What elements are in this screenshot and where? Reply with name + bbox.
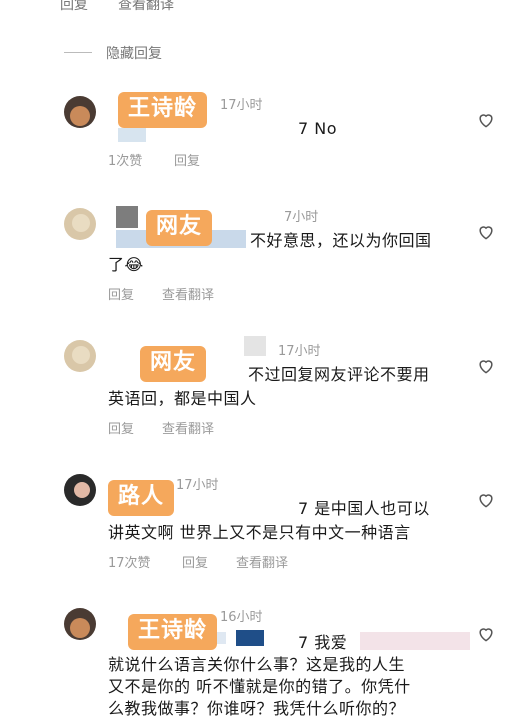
name-tag: 王诗龄 bbox=[118, 92, 208, 128]
comment-text: 了😂 bbox=[108, 255, 144, 274]
name-tag: 路人 bbox=[108, 480, 175, 516]
reply-button[interactable]: 回复 bbox=[108, 418, 134, 437]
avatar[interactable] bbox=[64, 340, 96, 372]
avatar[interactable] bbox=[64, 608, 96, 640]
redacted-username bbox=[360, 632, 470, 650]
name-tag: 王诗龄 bbox=[128, 614, 218, 650]
redacted-username bbox=[118, 128, 146, 142]
comment-text: 英语回，都是中国人 bbox=[108, 389, 257, 408]
redacted-username bbox=[116, 206, 138, 228]
reply-button[interactable]: 回复 bbox=[182, 552, 208, 571]
translate-button[interactable]: 查看翻译 bbox=[162, 418, 214, 437]
translate-link-top[interactable]: 查看翻译 bbox=[118, 0, 174, 14]
comment-text: 7 No bbox=[298, 119, 338, 138]
comment-text: 7 是中国人也可以 bbox=[298, 499, 430, 518]
heart-icon[interactable] bbox=[476, 356, 496, 376]
comment-text: 不好意思，还以为你回国 bbox=[250, 231, 432, 250]
heart-icon[interactable] bbox=[476, 110, 496, 130]
reply-button[interactable]: 回复 bbox=[174, 150, 200, 169]
redacted-username bbox=[244, 336, 266, 356]
avatar[interactable] bbox=[64, 474, 96, 506]
redacted-username bbox=[236, 630, 264, 646]
reply-button[interactable]: 回复 bbox=[108, 284, 134, 303]
timestamp: 17小时 bbox=[278, 344, 321, 359]
timestamp: 7小时 bbox=[284, 210, 319, 225]
heart-icon[interactable] bbox=[476, 222, 496, 242]
avatar[interactable] bbox=[64, 208, 96, 240]
timestamp: 17小时 bbox=[220, 98, 263, 113]
heart-icon[interactable] bbox=[476, 624, 496, 644]
heart-icon[interactable] bbox=[476, 490, 496, 510]
like-count: 1次赞 bbox=[108, 154, 143, 169]
hidden-replies-toggle[interactable]: 隐藏回复 bbox=[106, 43, 162, 63]
timestamp: 16小时 bbox=[220, 610, 263, 625]
avatar[interactable] bbox=[64, 96, 96, 128]
comment-text: 讲英文啊 世界上又不是只有中文一种语言 bbox=[108, 523, 411, 542]
name-tag: 网友 bbox=[140, 346, 207, 382]
comment-text: 么教我做事？你谁呀？我凭什么听你的？ bbox=[108, 699, 406, 718]
translate-button[interactable]: 查看翻译 bbox=[236, 552, 288, 571]
name-tag: 网友 bbox=[146, 210, 213, 246]
reply-link-top[interactable]: 回复 bbox=[60, 0, 88, 14]
divider-line bbox=[64, 52, 92, 53]
translate-button[interactable]: 查看翻译 bbox=[162, 284, 214, 303]
like-count: 17次赞 bbox=[108, 556, 151, 571]
comment-text: 不过回复网友评论不要用 bbox=[248, 365, 430, 384]
timestamp: 17小时 bbox=[176, 478, 219, 493]
